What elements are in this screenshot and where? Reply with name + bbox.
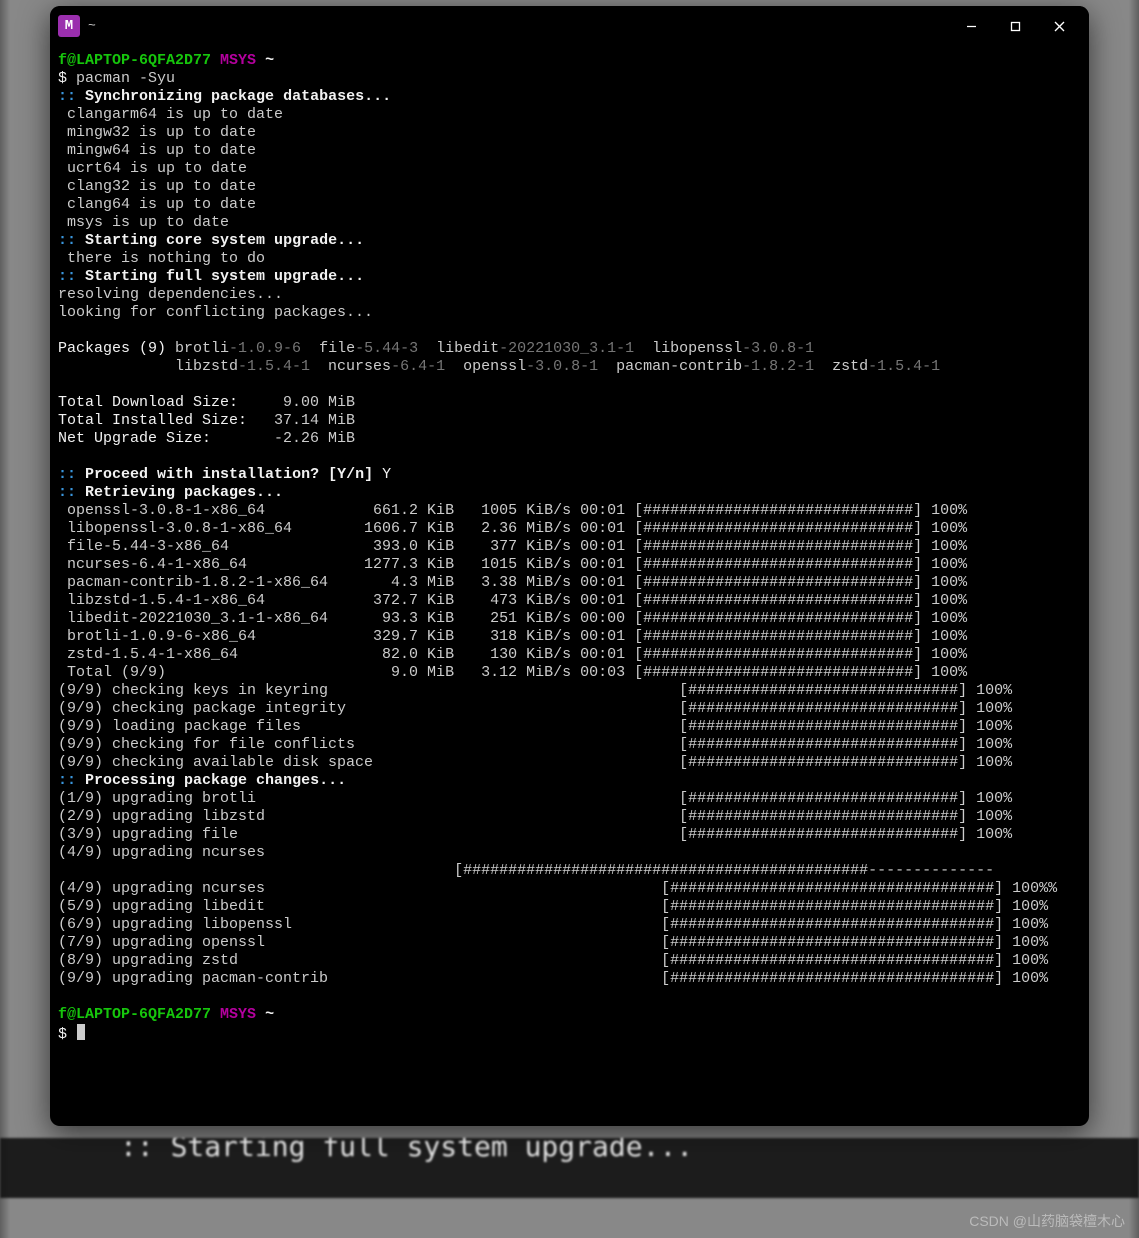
maximize-button[interactable] [993, 11, 1037, 41]
titlebar[interactable]: M ~ [50, 6, 1089, 46]
terminal-window: M ~ f@LAPTOP-6QFA2D77 MSYS ~ $ pacman -S… [50, 6, 1089, 1126]
window-title: ~ [88, 17, 949, 35]
minimize-button[interactable] [949, 11, 993, 41]
terminal-output[interactable]: f@LAPTOP-6QFA2D77 MSYS ~ $ pacman -Syu :… [50, 46, 1089, 1126]
watermark: CSDN @山药脑袋檀木心 [969, 1212, 1125, 1230]
app-icon: M [58, 15, 80, 37]
close-button[interactable] [1037, 11, 1081, 41]
cursor [77, 1024, 85, 1040]
blurred-background-text: :: Starting full system upgrade... [0, 1138, 1139, 1198]
